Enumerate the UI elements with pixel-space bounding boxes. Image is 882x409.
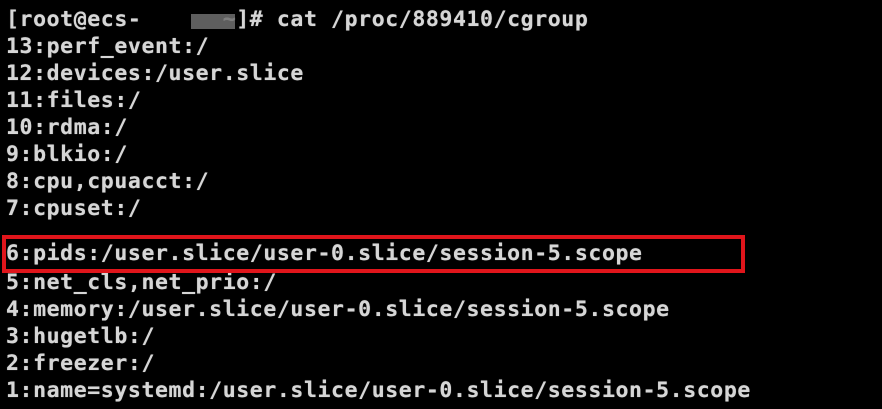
cgroup-line-hugetlb: 3:hugetlb:/ bbox=[6, 324, 155, 349]
cgroup-line-cpu: 8:cpu,cpuacct:/ bbox=[6, 169, 210, 194]
cgroup-line-perf-event: 13:perf_event:/ bbox=[6, 34, 210, 59]
cgroup-line-net-cls: 5:net_cls,net_prio:/ bbox=[6, 270, 277, 295]
cgroup-line-cpuset: 7:cpuset:/ bbox=[6, 196, 142, 221]
cgroup-line-devices: 12:devices:/user.slice bbox=[6, 61, 304, 86]
terminal-window[interactable]: [root@ecs- ~]# cat /proc/889410/cgroup 1… bbox=[0, 0, 882, 409]
redacted-hostname bbox=[191, 14, 235, 29]
cgroup-line-blkio: 9:blkio:/ bbox=[6, 142, 128, 167]
cgroup-line-memory: 4:memory:/user.slice/user-0.slice/sessio… bbox=[6, 297, 670, 322]
cgroup-line-files: 11:files:/ bbox=[6, 88, 142, 113]
terminal-prompt-line: [root@ecs- ~]# cat /proc/889410/cgroup bbox=[6, 7, 589, 32]
pids-highlight-box bbox=[2, 235, 745, 273]
cgroup-line-freezer: 2:freezer:/ bbox=[6, 351, 155, 376]
cgroup-line-systemd: 1:name=systemd:/user.slice/user-0.slice/… bbox=[6, 378, 751, 403]
cgroup-line-rdma: 10:rdma:/ bbox=[6, 115, 128, 140]
